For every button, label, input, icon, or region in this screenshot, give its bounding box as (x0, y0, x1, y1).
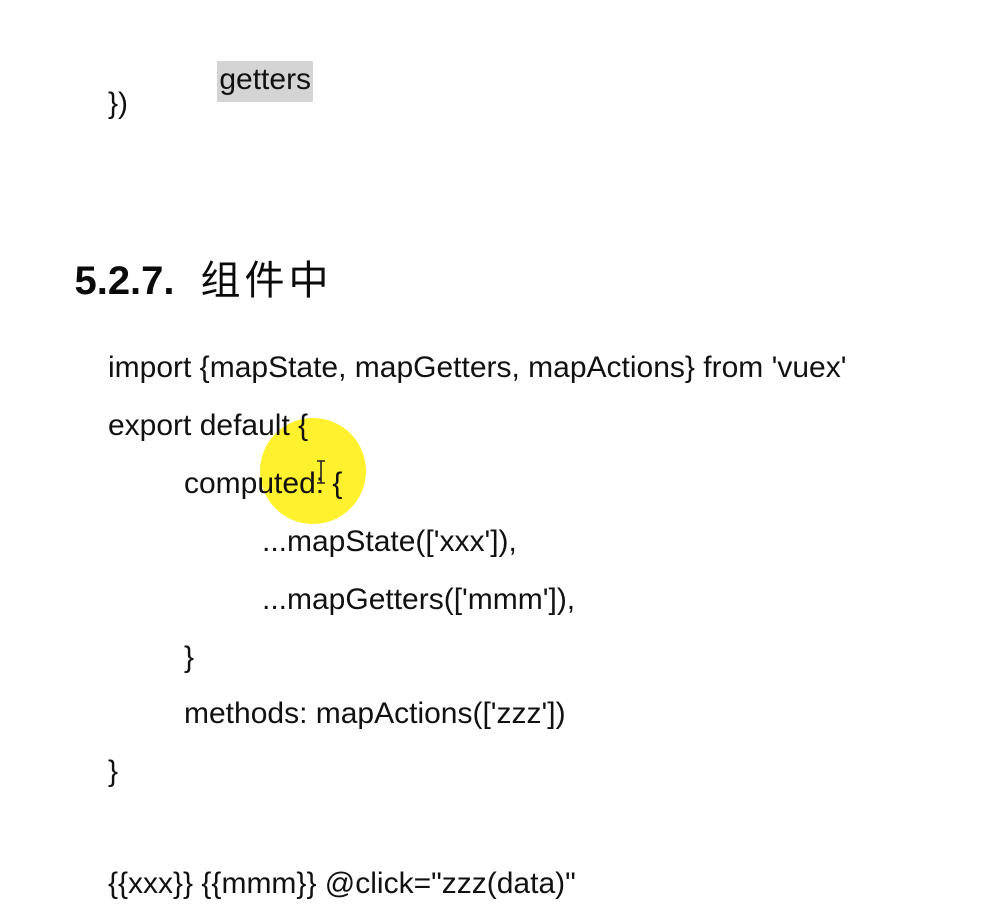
code-line-template: {{xxx}} {{mmm}} @click="zzz(data)" (108, 867, 576, 900)
code-line-getters: getters (184, 26, 314, 134)
code-line-import: import {mapState, mapGetters, mapActions… (108, 351, 847, 384)
code-line-computed-close: } (184, 641, 195, 674)
code-line-export-close: } (108, 755, 119, 788)
code-line-export: export default { (108, 409, 309, 442)
code-line-mapstate: ...mapState(['xxx']), (262, 525, 517, 558)
code-line-mapgetters: ...mapGetters(['mmm']), (262, 583, 576, 616)
code-line-methods: methods: mapActions(['zzz']) (184, 697, 566, 730)
document-page: getters }) 5.2.7. 组件中 import {mapState, m… (0, 0, 1006, 922)
section-heading: 5.2.7. 组件中 (30, 206, 333, 356)
section-title: 组件中 (200, 258, 333, 304)
code-line-close: }) (108, 87, 129, 120)
text-cursor-icon (317, 460, 325, 484)
section-number: 5.2.7. (74, 259, 175, 303)
selected-text-getters[interactable]: getters (217, 61, 314, 102)
